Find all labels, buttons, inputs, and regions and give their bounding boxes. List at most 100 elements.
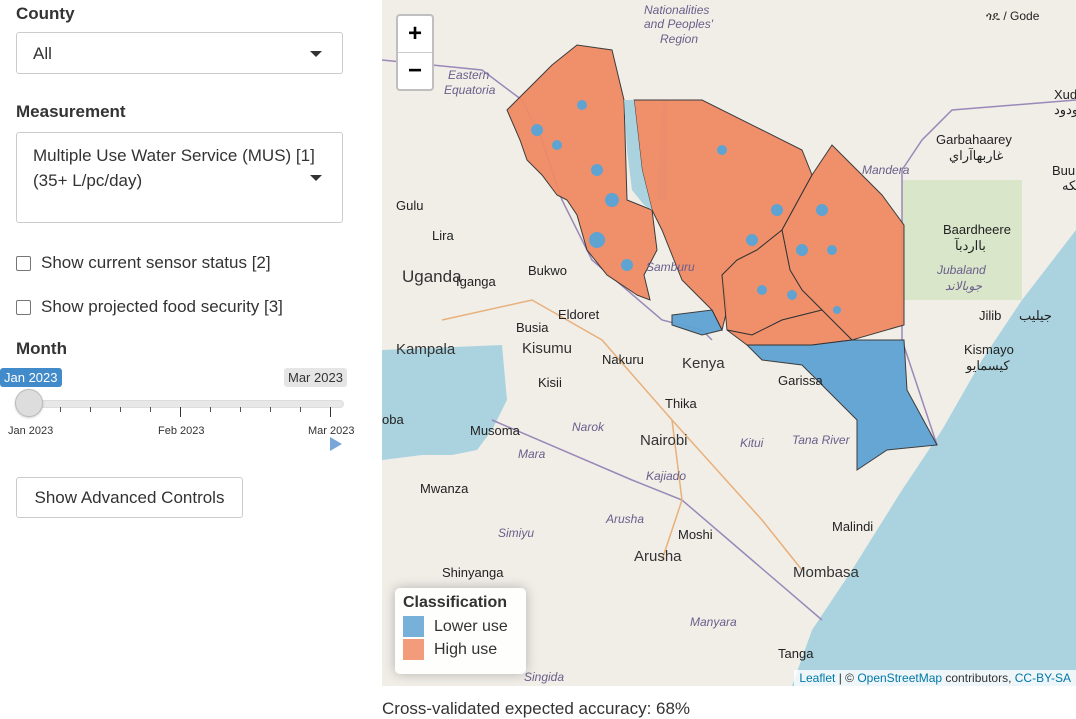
- slider-minor-tick: [150, 407, 151, 412]
- place-label: Jubaland: [937, 263, 986, 277]
- place-label: Bukwo: [528, 263, 568, 278]
- measurement-select[interactable]: Multiple Use Water Service (MUS) [1] (35…: [16, 132, 343, 223]
- lower-use-patch: [816, 204, 828, 216]
- place-label: كيسمايو: [966, 358, 1010, 373]
- slider-minor-tick: [90, 407, 91, 412]
- place-label: Manyara: [690, 615, 737, 629]
- place-label: Uganda: [402, 267, 462, 286]
- place-label: Thika: [665, 396, 697, 411]
- slider-minor-tick: [120, 407, 121, 412]
- place-label: Xudu: [1054, 87, 1076, 102]
- slider-value-bubble: Jan 2023: [0, 368, 62, 387]
- map[interactable]: Nationalities and Peoples' Region Easter…: [382, 0, 1076, 686]
- legend-label: High use: [434, 640, 498, 658]
- sensor-status-checkbox[interactable]: Show current sensor status [2]: [16, 253, 271, 273]
- lower-use-patch: [621, 259, 633, 271]
- slider-track[interactable]: [30, 400, 344, 408]
- license-link[interactable]: CC-BY-SA: [1015, 671, 1071, 685]
- place-label: Busia: [516, 320, 549, 335]
- slider-minor-tick: [270, 407, 271, 412]
- chevron-down-icon: [310, 51, 322, 57]
- place-label: Singida: [524, 670, 565, 684]
- lower-use-patch: [827, 245, 837, 255]
- legend-swatch: [403, 616, 424, 637]
- lower-use-patch: [833, 306, 841, 314]
- slider-handle[interactable]: [15, 389, 43, 417]
- place-label: Arusha: [634, 548, 682, 565]
- place-label: Jilib: [979, 308, 1002, 323]
- place-label: Samburu: [646, 260, 695, 274]
- slider-minor-tick: [60, 407, 61, 412]
- place-label: Mara: [518, 447, 546, 461]
- show-advanced-controls-button[interactable]: Show Advanced Controls: [16, 477, 243, 518]
- play-icon[interactable]: [329, 436, 343, 452]
- legend-label: Lower use: [434, 617, 508, 635]
- place-label: بااردبآ: [955, 238, 986, 253]
- county-select-value: All: [33, 44, 52, 63]
- lower-use-patch: [577, 100, 587, 110]
- zoom-in-button[interactable]: +: [398, 16, 432, 53]
- place-label: oba: [382, 412, 404, 427]
- measurement-value-line1: Multiple Use Water Service (MUS) [1]: [33, 146, 315, 165]
- place-label: Moshi: [678, 527, 713, 542]
- place-label: Gulu: [396, 198, 424, 213]
- place-label: Eastern: [448, 68, 490, 82]
- place-label: Equatoria: [444, 83, 496, 97]
- place-label: Musoma: [470, 423, 520, 438]
- month-slider[interactable]: Jan 2023 Mar 2023 Jan 2023 Feb 2023 Mar …: [0, 365, 370, 455]
- place-label: Garbahaarey: [936, 132, 1012, 147]
- attribution-contrib: contributors,: [942, 671, 1015, 685]
- lower-use-patch: [796, 244, 808, 256]
- place-label: Kismayo: [964, 342, 1014, 357]
- place-label: Nationalities: [644, 3, 710, 17]
- place-label: Mandera: [862, 163, 910, 177]
- legend-item: High use: [403, 639, 518, 660]
- lower-use-patch: [787, 290, 797, 300]
- zoom-out-button[interactable]: −: [398, 53, 432, 89]
- place-label: Kampala: [396, 341, 456, 358]
- lower-use-patch: [746, 234, 758, 246]
- food-security-checkbox[interactable]: Show projected food security [3]: [16, 297, 283, 317]
- legend-swatch: [403, 639, 424, 660]
- place-label: and Peoples': [644, 17, 714, 31]
- accuracy-text: Cross-validated expected accuracy: 68%: [382, 699, 691, 718]
- month-label: Month: [16, 339, 67, 358]
- place-label: Region: [660, 32, 699, 46]
- lower-use-patch: [531, 124, 543, 136]
- checkbox-box[interactable]: [16, 255, 31, 271]
- measurement-value-line2: (35+ L/pc/day): [33, 171, 143, 190]
- place-label: Malindi: [832, 519, 874, 534]
- slider-major-tick: [180, 407, 181, 417]
- slider-major-tick: [330, 407, 331, 417]
- checkbox-box[interactable]: [16, 299, 31, 315]
- lower-use-patch: [757, 285, 767, 295]
- sensor-status-label: Show current sensor status [2]: [41, 253, 271, 272]
- lower-use-patch: [591, 164, 603, 176]
- slider-minor-tick: [300, 407, 301, 412]
- attribution-sep: | ©: [835, 671, 858, 685]
- slider-minor-tick: [240, 407, 241, 412]
- lower-use-patch: [552, 140, 562, 150]
- osm-link[interactable]: OpenStreetMap: [857, 671, 942, 685]
- map-legend: Classification Lower use High use: [395, 588, 526, 674]
- place-label: Nakuru: [602, 352, 644, 367]
- lower-use-patch: [771, 204, 783, 216]
- place-label: Nairobi: [640, 432, 688, 449]
- place-label: Arusha: [606, 512, 645, 526]
- slider-minor-tick: [210, 407, 211, 412]
- place-label: ጎዴ / Gode: [986, 9, 1040, 23]
- place-label: غاربهاآراي: [949, 148, 1004, 163]
- place-label: Buurh: [1052, 163, 1076, 178]
- leaflet-link[interactable]: Leaflet: [799, 671, 835, 685]
- legend-title: Classification: [403, 594, 508, 611]
- slider-tick-label: Jan 2023: [8, 425, 54, 437]
- slider-tick-label: Feb 2023: [158, 425, 205, 437]
- county-select[interactable]: All: [16, 32, 343, 74]
- lower-use-patch: [589, 232, 605, 248]
- place-label: لكه: [1062, 178, 1076, 193]
- measurement-label: Measurement: [16, 102, 126, 121]
- place-label: Lira: [432, 228, 454, 243]
- food-security-label: Show projected food security [3]: [41, 297, 283, 316]
- lake-victoria: [382, 345, 507, 460]
- place-label: ودود: [1054, 102, 1076, 117]
